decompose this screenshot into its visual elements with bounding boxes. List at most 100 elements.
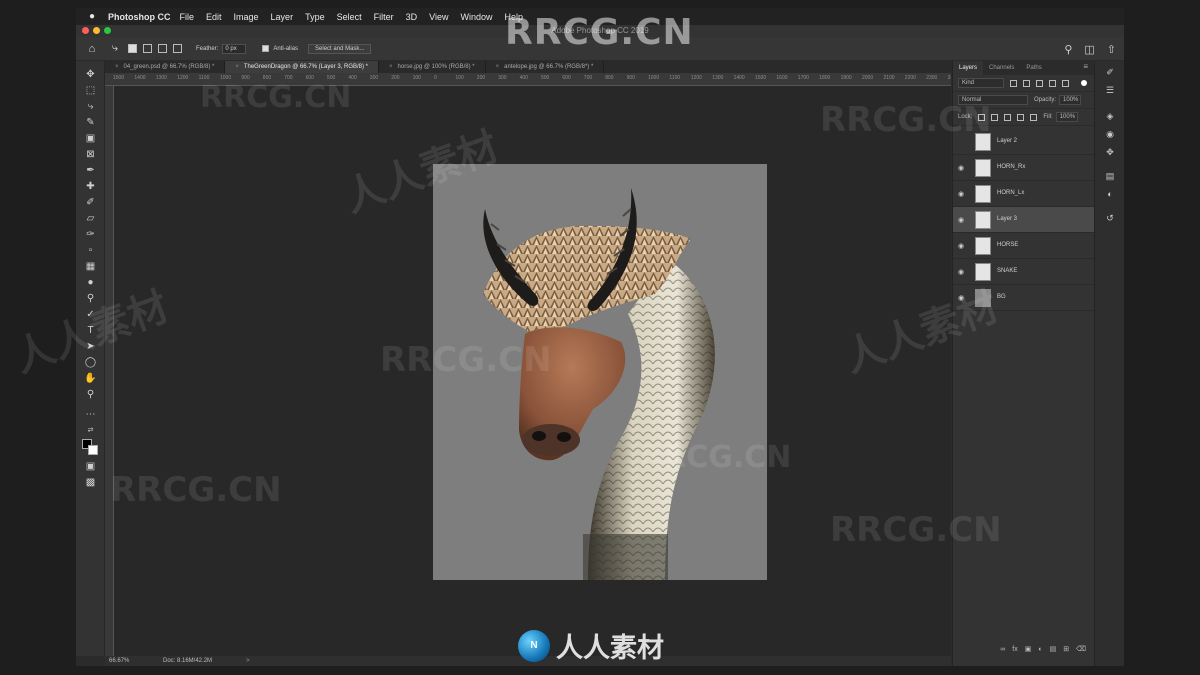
document-canvas[interactable] [433,164,767,580]
menu-3d[interactable]: 3D [406,12,418,22]
menu-layer[interactable]: Layer [271,12,294,22]
workspace-icon[interactable]: ◫ [1084,43,1094,56]
ellipse-tool-icon[interactable]: ◯ [82,355,99,370]
search-icon[interactable]: ⚲ [1064,43,1072,56]
share-icon[interactable]: ⇧ [1107,43,1116,56]
lock-position-icon[interactable] [1004,113,1012,121]
path-selection-tool-icon[interactable]: ➤ [82,339,99,354]
brush-settings-icon[interactable]: ✐ [1103,65,1117,79]
status-menu-arrow[interactable]: > [246,656,250,666]
close-tab-icon[interactable]: × [115,64,119,70]
horizontal-ruler[interactable]: 1500 1400 1300 1200 1100 1000 900 800 700 600 500 4… [105,73,951,86]
layer-name[interactable]: Layer 3 [997,216,1017,222]
layer-name[interactable]: HORN_Rx [997,164,1025,170]
tab-04-green[interactable]: × 04_green.psd @ 66.7% (RGB/8) * [105,61,226,73]
layer-row-layer-2[interactable]: Layer 2 [953,129,1094,155]
filter-toggle[interactable] [1081,80,1087,86]
link-icon[interactable]: ∞ [1000,646,1005,653]
eye-icon[interactable]: ◉ [958,242,964,250]
menu-file[interactable]: File [180,12,195,22]
eye-icon[interactable]: ◉ [958,268,964,276]
eyedropper-tool-icon[interactable]: ✒ [82,163,99,178]
channels-dock-icon[interactable]: ◉ [1103,127,1117,141]
more-tools-icon[interactable]: ⋯ [82,407,99,422]
adjustment-icon[interactable]: ◐ [1038,646,1042,653]
layer-row-horse[interactable]: ◉ HORSE [953,233,1094,259]
filter-pixel-icon[interactable] [1010,79,1017,87]
healing-brush-tool-icon[interactable]: ✚ [82,179,99,194]
fx-icon[interactable]: fx [1012,646,1017,653]
gradient-tool-icon[interactable]: ▦ [82,259,99,274]
menu-type[interactable]: Type [305,12,325,22]
tab-layers[interactable]: Layers [953,61,984,75]
layer-name[interactable]: SNAKE [997,268,1017,274]
panel-menu-icon[interactable]: ≡ [1083,62,1088,71]
quick-selection-tool-icon[interactable]: ✎ [82,115,99,130]
screen-mode-icon[interactable]: ▩ [82,475,99,490]
blur-tool-icon[interactable]: ● [82,275,99,290]
app-name[interactable]: Photoshop CC [108,12,171,22]
layers-dock-icon[interactable]: ◈ [1103,109,1117,123]
clone-stamp-tool-icon[interactable]: ▱ [82,211,99,226]
layer-name[interactable]: HORN_Lx [997,190,1024,196]
dodge-tool-icon[interactable]: ⚲ [82,291,99,306]
opacity-input[interactable]: 100% [1059,95,1082,105]
mask-icon[interactable]: ▣ [1025,645,1032,653]
adjustments-dock-icon[interactable]: ◐ [1103,187,1117,201]
move-tool-icon[interactable]: ✥ [82,67,99,82]
frame-tool-icon[interactable]: ⊠ [82,147,99,162]
layer-row-bg[interactable]: ◉ BG [953,285,1094,311]
marquee-tool-icon[interactable]: ⬚ [82,83,99,98]
menu-image[interactable]: Image [234,12,259,22]
lock-all-icon[interactable] [1030,113,1038,121]
layer-row-horn-rx[interactable]: ◉ HORN_Rx [953,155,1094,181]
home-icon[interactable]: ⌂ [85,43,99,55]
zoom-tool-icon[interactable]: ⚲ [82,387,99,402]
subtract-from-selection-icon[interactable] [158,44,167,53]
new-layer-icon[interactable]: ⊞ [1063,645,1069,653]
lock-image-icon[interactable] [991,113,999,121]
layer-name[interactable]: BG [997,294,1006,300]
lock-artboard-icon[interactable] [1017,113,1025,121]
adjust-sliders-icon[interactable]: ☰ [1103,83,1117,97]
quick-mask-icon[interactable]: ▣ [82,459,99,474]
trash-icon[interactable]: ⌫ [1076,645,1086,653]
layer-row-layer-3[interactable]: ◉ Layer 3 [953,207,1094,233]
brush-tool-icon[interactable]: ✐ [82,195,99,210]
blend-mode-select[interactable]: Normal [958,95,1028,105]
filter-shape-icon[interactable] [1049,79,1056,87]
eye-icon[interactable]: ◉ [958,164,964,172]
close-tab-icon[interactable]: × [389,64,393,70]
select-and-mask-button[interactable]: Select and Mask... [308,43,372,54]
menu-filter[interactable]: Filter [374,12,394,22]
tab-channels[interactable]: Channels [983,61,1020,75]
eye-icon[interactable]: ◉ [958,294,964,302]
eye-icon[interactable]: ◉ [958,216,964,224]
antialias-checkbox[interactable] [262,45,270,52]
document-info[interactable]: Doc: 8.16M/42.2M [163,656,212,666]
filter-smart-object-icon[interactable] [1062,79,1069,87]
color-swatches[interactable] [82,439,99,456]
background-color-swatch[interactable] [88,445,98,455]
paths-dock-icon[interactable]: ✥ [1103,145,1117,159]
tab-antelope[interactable]: × antelope.jpg @ 66.7% (RGB/8*) * [486,61,605,73]
tab-the-green-dragon[interactable]: × TheGreenDragon @ 66.7% (Layer 3, RGB/8)… [225,61,379,73]
intersect-selection-icon[interactable] [173,44,182,53]
add-to-selection-icon[interactable] [143,44,152,53]
swap-colors-icon[interactable]: ⇄ [82,423,99,438]
pen-tool-icon[interactable]: ✓ [82,307,99,322]
apple-icon[interactable]: ● [84,11,100,22]
layer-name[interactable]: Layer 2 [997,138,1017,144]
lasso-tool-icon[interactable]: ⤷ [82,99,99,114]
close-tab-icon[interactable]: × [235,64,239,70]
menu-edit[interactable]: Edit [206,12,222,22]
tab-horse[interactable]: × horse.jpg @ 100% (RGB/8) * [379,61,486,73]
menu-select[interactable]: Select [337,12,362,22]
menu-view[interactable]: View [429,12,448,22]
filter-adjustment-icon[interactable] [1023,79,1030,87]
layer-row-horn-lx[interactable]: ◉ HORN_Lx [953,181,1094,207]
close-tab-icon[interactable]: × [496,64,500,70]
new-selection-icon[interactable] [128,44,137,53]
vertical-ruler[interactable] [105,86,114,656]
filter-type-icon[interactable] [1036,79,1043,87]
